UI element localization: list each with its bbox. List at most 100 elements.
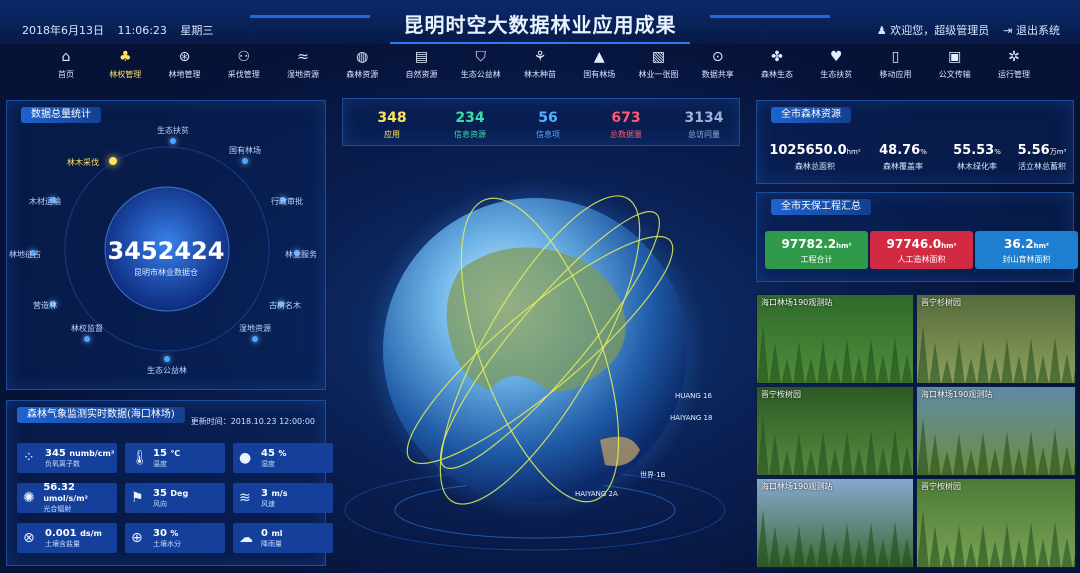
card-unit: hm² bbox=[941, 242, 957, 250]
stat-label: 应用 bbox=[384, 130, 400, 139]
nav-item-4[interactable]: ≈ 湿地资源 bbox=[277, 48, 329, 88]
weather-value: 35 bbox=[153, 487, 167, 499]
nav-item-0[interactable]: ⌂ 首页 bbox=[40, 48, 92, 88]
nav-label: 森林资源 bbox=[346, 70, 379, 79]
forest-resource-panel: 全市森林资源 1025650.0hm² 森林总面积 48.76% 森林覆盖率 55.53… bbox=[756, 100, 1074, 184]
main-nav: ⌂ 首页 ♣ 林权管理 ⊛ 林地管理 ⚇ 采伐管理 ≈ 湿地资源 ◍ 森林资源 ▤ 自然资源 ⛉ 生态公益林 ⚘… bbox=[40, 48, 1040, 88]
nav-item-11[interactable]: ⊙ 数据共享 bbox=[692, 48, 744, 88]
orbit-node-label[interactable]: 生态扶贫 bbox=[143, 125, 203, 136]
droplet-icon: ● bbox=[239, 450, 252, 466]
orbit-node-label[interactable]: 林权监督 bbox=[57, 323, 117, 334]
forest-photo[interactable]: 晋宁桉树园 bbox=[916, 478, 1076, 568]
total-label: 昆明市林业数据仓 bbox=[134, 268, 198, 277]
wetland-icon: ≈ bbox=[297, 49, 309, 65]
tree-texture bbox=[917, 325, 1075, 383]
panel-title: 全市天保工程汇总 bbox=[771, 199, 871, 215]
particles-icon: ⁘ bbox=[23, 450, 35, 466]
weather-value: 30 bbox=[153, 527, 167, 539]
weather-unit: Deg bbox=[170, 488, 189, 498]
stat-value: 56 bbox=[538, 110, 558, 126]
orbit-node-label[interactable]: 营造林 bbox=[15, 300, 75, 311]
orbit-dot[interactable] bbox=[164, 356, 170, 362]
nav-label: 国有林场 bbox=[583, 70, 616, 79]
logout-button[interactable]: ⇥ 退出系统 bbox=[1003, 22, 1060, 38]
forest-photo[interactable]: 海口林场190观测站 bbox=[756, 294, 914, 384]
orbit-node-label[interactable]: 林业服务 bbox=[271, 249, 331, 260]
weather-unit: numb/cm³ bbox=[69, 448, 115, 458]
nav-label: 森林生态 bbox=[761, 70, 793, 79]
orbit-dot[interactable] bbox=[170, 138, 176, 144]
weather-unit: m/s bbox=[271, 488, 288, 498]
forest-photo[interactable]: 海口林场190观测站 bbox=[916, 386, 1076, 476]
weather-item: ● 45 % 湿度 bbox=[233, 443, 333, 473]
forest-photo[interactable]: 晋宁杉树园 bbox=[916, 294, 1076, 384]
orbit-node-label[interactable]: 行政审批 bbox=[257, 196, 317, 207]
nav-item-7[interactable]: ⛉ 生态公益林 bbox=[455, 48, 507, 88]
document-icon: ▤ bbox=[414, 49, 429, 65]
forest-photo[interactable]: 晋宁桉树园 bbox=[756, 386, 914, 476]
panel-title: 森林气象监测实时数据(海口林场) bbox=[17, 407, 185, 423]
forest-unit: % bbox=[920, 148, 927, 156]
user-icon: ♟ bbox=[876, 24, 891, 37]
orbit-node-label[interactable]: 湿地资源 bbox=[225, 323, 285, 334]
nav-label: 运行管理 bbox=[998, 70, 1030, 79]
orbit-dot[interactable] bbox=[252, 336, 258, 342]
orbit-dot[interactable] bbox=[84, 336, 90, 342]
forest-unit: 万m³ bbox=[1049, 148, 1067, 156]
stat-item: 56 信息项 bbox=[508, 100, 588, 142]
welcome-user[interactable]: ♟ 欢迎您，超级管理员 bbox=[877, 22, 989, 38]
sat-label-2: HAIYANG 18 bbox=[670, 414, 712, 422]
nav-item-3[interactable]: ⚇ 采伐管理 bbox=[218, 48, 270, 88]
forest-stat: 5.56万m³ 活立林总蓄积 bbox=[1011, 139, 1073, 172]
nav-item-13[interactable]: ♥ 生态扶贫 bbox=[810, 48, 862, 88]
nav-label: 林地管理 bbox=[168, 70, 201, 79]
forest-photo[interactable]: 海口林场190观测站 bbox=[756, 478, 914, 568]
weather-value: 3 bbox=[261, 487, 268, 499]
data-total-panel: 数据总量统计 3452424 昆明市林业数据仓 生态扶贫 国有林场 行政审批 林业服务… bbox=[6, 100, 326, 390]
sat-label-1: HUANG 16 bbox=[675, 392, 713, 400]
land-icon: ⊛ bbox=[178, 49, 191, 65]
stat-value: 3134 bbox=[684, 110, 724, 126]
weather-item: ⚑ 35 Deg 风向 bbox=[125, 483, 225, 513]
weather-value: 45 bbox=[261, 447, 275, 459]
orbit-node-label[interactable]: 国有林场 bbox=[215, 145, 275, 156]
forest-value: 5.56 bbox=[1017, 143, 1050, 158]
nav-item-15[interactable]: ▣ 公文传输 bbox=[929, 48, 981, 88]
nav-label: 湿地资源 bbox=[287, 70, 319, 79]
tree-texture bbox=[757, 417, 913, 475]
nav-item-6[interactable]: ▤ 自然资源 bbox=[396, 48, 448, 88]
card-value: 97746.0 bbox=[886, 237, 942, 251]
orbit-node-label[interactable]: 生态公益林 bbox=[137, 365, 197, 376]
weather-unit: umol/s/m² bbox=[43, 494, 89, 503]
card-unit: hm² bbox=[1033, 242, 1049, 250]
nav-item-2[interactable]: ⊛ 林地管理 bbox=[159, 48, 211, 88]
nav-item-8[interactable]: ⚘ 林木种苗 bbox=[514, 48, 566, 88]
forest-label: 活立林总蓄积 bbox=[1018, 162, 1066, 171]
forest-label: 林木绿化率 bbox=[957, 162, 997, 171]
nav-item-5[interactable]: ◍ 森林资源 bbox=[336, 48, 388, 88]
orbit-node-label[interactable]: 林木采伐 bbox=[53, 157, 113, 168]
nav-item-9[interactable]: ▲ 国有林场 bbox=[573, 48, 625, 88]
card-unit: hm² bbox=[836, 242, 852, 250]
nav-item-16[interactable]: ✲ 运行管理 bbox=[988, 48, 1040, 88]
nav-item-12[interactable]: ✤ 森林生态 bbox=[751, 48, 803, 88]
stat-item: 348 应用 bbox=[352, 100, 432, 142]
phone-icon: ▯ bbox=[891, 49, 900, 65]
orbit-node-label[interactable]: 木材运输 bbox=[15, 196, 75, 207]
welcome-text: 欢迎您，超级管理员 bbox=[890, 24, 990, 37]
weather-value: 56.32 bbox=[43, 482, 75, 493]
stat-item: 234 信息资源 bbox=[430, 100, 510, 142]
orbit-node-label[interactable]: 林地征占 bbox=[0, 249, 55, 260]
stat-item: 3134 总访问量 bbox=[664, 100, 744, 142]
nav-item-1[interactable]: ♣ 林权管理 bbox=[99, 48, 151, 88]
nav-label: 数据共享 bbox=[701, 70, 734, 79]
orbit-dot[interactable] bbox=[242, 158, 248, 164]
thermometer-icon: 🌡 bbox=[131, 450, 149, 466]
nav-item-14[interactable]: ▯ 移动应用 bbox=[870, 48, 922, 88]
weather-unit: ℃ bbox=[170, 448, 181, 458]
nav-label: 生态扶贫 bbox=[820, 70, 853, 79]
photo-caption: 晋宁桉树园 bbox=[921, 482, 961, 491]
sat-label-3: HAIYANG 2A bbox=[575, 490, 618, 498]
orbit-node-label[interactable]: 古树名木 bbox=[255, 300, 315, 311]
nav-item-10[interactable]: ▧ 林业一张图 bbox=[633, 48, 685, 88]
